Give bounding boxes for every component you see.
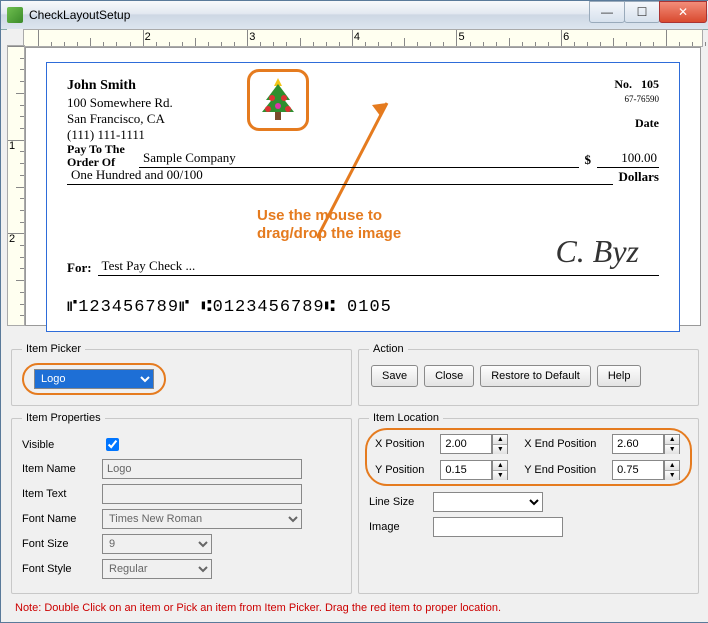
- amount-words[interactable]: One Hundred and 00/100: [67, 167, 613, 185]
- font-style-select[interactable]: Regular: [102, 559, 212, 579]
- yend-field[interactable]: [612, 460, 664, 480]
- pay-to-row[interactable]: Pay To TheOrder Of Sample Company $ 100.…: [67, 143, 659, 168]
- item-name-field[interactable]: [102, 459, 302, 479]
- xpos-spinner[interactable]: ▲▼: [492, 434, 508, 454]
- memo-row[interactable]: For: Test Pay Check ...: [67, 258, 659, 276]
- linesize-label: Line Size: [369, 496, 433, 508]
- close-button[interactable]: ✕: [659, 1, 707, 23]
- font-name-label: Font Name: [22, 513, 102, 525]
- font-size-label: Font Size: [22, 538, 102, 550]
- item-text-field[interactable]: [102, 484, 302, 504]
- minimize-button[interactable]: —: [589, 1, 625, 23]
- linesize-select[interactable]: [433, 492, 543, 512]
- date-label[interactable]: Date: [614, 116, 659, 131]
- help-button[interactable]: Help: [597, 365, 642, 387]
- font-style-label: Font Style: [22, 563, 102, 575]
- check-topright: No. 105 67-76590 Date: [614, 77, 659, 131]
- vertical-ruler: 12: [7, 45, 25, 326]
- check-number[interactable]: 105: [641, 77, 659, 91]
- close-dialog-button[interactable]: Close: [424, 365, 474, 387]
- item-picker-legend: Item Picker: [22, 343, 85, 355]
- ypos-spinner[interactable]: ▲▼: [492, 460, 508, 480]
- restore-default-button[interactable]: Restore to Default: [480, 365, 591, 387]
- font-size-select[interactable]: 9: [102, 534, 212, 554]
- payee[interactable]: Sample Company: [139, 150, 579, 168]
- font-name-select[interactable]: Times New Roman: [102, 509, 302, 529]
- check-no-label: No.: [614, 77, 632, 91]
- footer-note: Note: Double Click on an item or Pick an…: [15, 602, 501, 614]
- item-picker-group: Item Picker Logo: [11, 343, 352, 406]
- app-window: CheckLayoutSetup — ☐ ✕ 23456 12 John Smi…: [0, 0, 708, 623]
- xpos-field[interactable]: [440, 434, 492, 454]
- item-picker-select[interactable]: Logo: [34, 369, 154, 389]
- maximize-button[interactable]: ☐: [624, 1, 660, 23]
- item-text-label: Item Text: [22, 488, 102, 500]
- picker-highlight-ring: Logo: [22, 363, 166, 395]
- location-highlight-ring: X Position ▲▼ X End Position ▲▼ Y Positi…: [365, 428, 692, 486]
- item-location-legend: Item Location: [369, 412, 443, 424]
- logo-image[interactable]: [247, 69, 309, 131]
- action-group: Action Save Close Restore to Default Hel…: [358, 343, 699, 406]
- item-location-group: Item Location X Position ▲▼ X End Positi…: [358, 412, 699, 594]
- item-name-label: Item Name: [22, 463, 102, 475]
- amount-words-row[interactable]: One Hundred and 00/100 Dollars: [67, 167, 659, 185]
- image-label: Image: [369, 521, 433, 533]
- amount[interactable]: 100.00: [597, 150, 659, 168]
- dollar-sign: $: [579, 152, 598, 168]
- annotation-text: Use the mouse to drag/drop the image: [257, 207, 401, 243]
- horizontal-ruler: 23456: [23, 29, 703, 47]
- action-legend: Action: [369, 343, 408, 355]
- visible-checkbox[interactable]: [106, 438, 119, 451]
- titlebar[interactable]: CheckLayoutSetup — ☐ ✕: [1, 1, 708, 30]
- micr-line: ⑈123456789⑈ ⑆0123456789⑆ 0105: [67, 298, 392, 317]
- memo-value[interactable]: Test Pay Check ...: [98, 258, 659, 276]
- for-label: For:: [67, 260, 98, 276]
- save-button[interactable]: Save: [371, 365, 418, 387]
- design-canvas[interactable]: John Smith 100 Somewhere Rd. San Francis…: [25, 47, 701, 326]
- check-routing-small: 67-76590: [614, 94, 659, 104]
- dollars-label: Dollars: [613, 169, 659, 185]
- image-field[interactable]: [433, 517, 563, 537]
- ypos-field[interactable]: [440, 460, 492, 480]
- check-preview[interactable]: John Smith 100 Somewhere Rd. San Francis…: [46, 62, 680, 332]
- christmas-tree-icon: [256, 76, 300, 124]
- xend-label: X End Position: [524, 438, 598, 450]
- visible-label: Visible: [22, 439, 102, 451]
- xend-spinner[interactable]: ▲▼: [664, 434, 680, 454]
- window-title: CheckLayoutSetup: [29, 8, 590, 22]
- item-properties-group: Item Properties Visible Item Name Item T…: [11, 412, 352, 594]
- ypos-label: Y Position: [375, 464, 426, 476]
- xpos-label: X Position: [375, 438, 426, 450]
- yend-spinner[interactable]: ▲▼: [664, 460, 680, 480]
- app-icon: [7, 7, 23, 23]
- xend-field[interactable]: [612, 434, 664, 454]
- yend-label: Y End Position: [524, 464, 598, 476]
- payer-name: John Smith: [67, 77, 659, 95]
- item-properties-legend: Item Properties: [22, 412, 105, 424]
